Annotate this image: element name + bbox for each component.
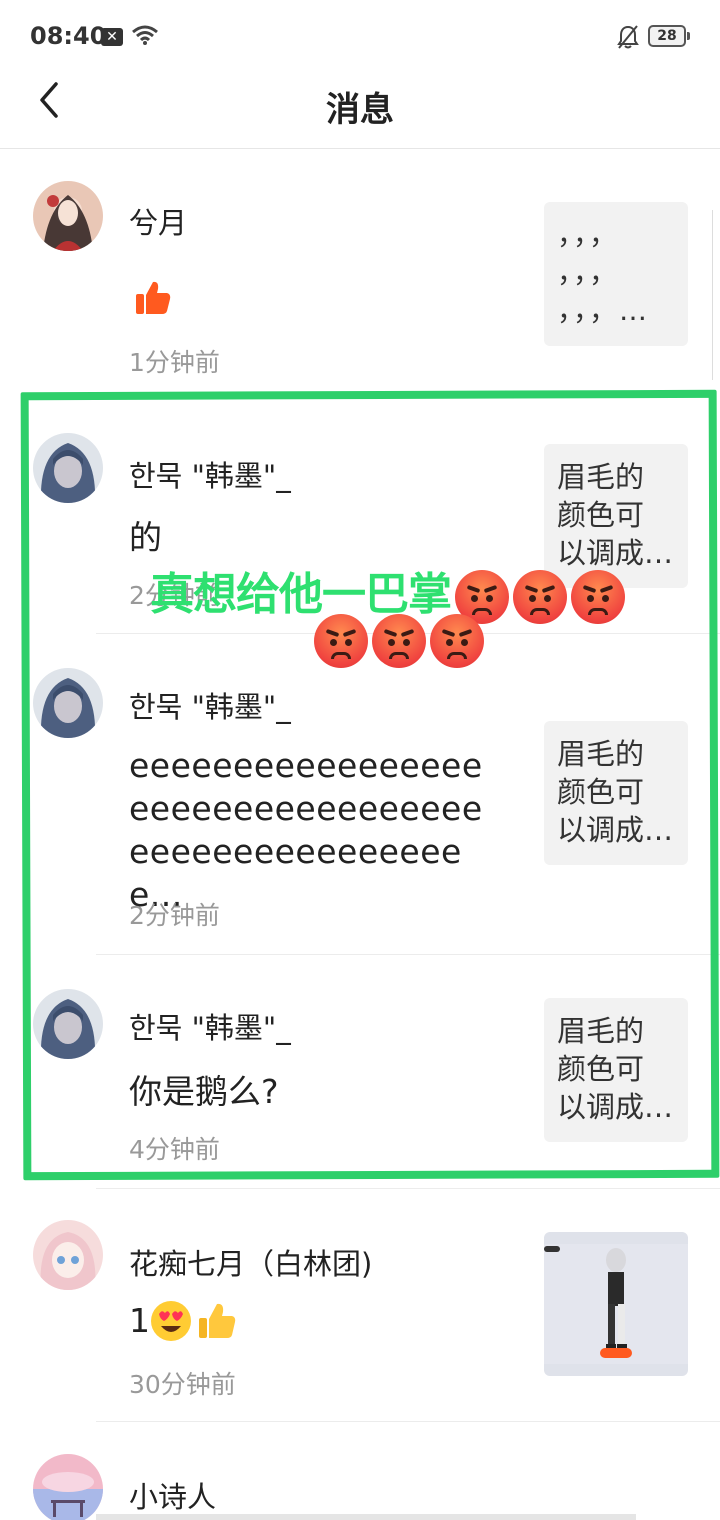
avatar[interactable] bbox=[33, 1454, 103, 1520]
character-image bbox=[544, 1244, 688, 1364]
thumbnail-text: 眉毛的 颜色可 以调成… bbox=[557, 460, 674, 570]
bottom-scroll-indicator bbox=[96, 1514, 636, 1520]
sender-name: 한묵 "韩墨"_ bbox=[129, 459, 291, 493]
status-bar: 08:40 ✕ 28 bbox=[0, 0, 720, 70]
sender-name: 한묵 "韩墨"_ bbox=[129, 690, 291, 724]
thumbnail-text: ，，， ，，， ，，，… bbox=[557, 218, 650, 327]
message-time: 30分钟前 bbox=[129, 1370, 236, 1399]
bell-off-icon bbox=[617, 25, 639, 49]
post-thumbnail[interactable] bbox=[544, 1232, 688, 1376]
sender-name: 花痴七月（白林团) bbox=[129, 1247, 373, 1281]
thumbnail-text: 眉毛的 颜色可 以调成… bbox=[557, 1014, 674, 1124]
message-time: 2分钟前 bbox=[129, 901, 220, 930]
thumbnail-text: 眉毛的 颜色可 以调成… bbox=[557, 737, 674, 847]
sender-name: 兮月 bbox=[129, 206, 188, 240]
avatar[interactable] bbox=[33, 668, 103, 738]
sender-name: 小诗人 bbox=[129, 1480, 217, 1514]
heart-eyes-emoji-icon bbox=[151, 1301, 191, 1341]
message-text: eeeeeeeeeeeeeeeeeeeeeeeeeeeeeeeeeeeeeeee… bbox=[129, 746, 483, 914]
post-thumbnail[interactable]: 眉毛的 颜色可 以调成… bbox=[544, 998, 688, 1142]
overlay-caption-text: 真想给他一巴掌 bbox=[150, 569, 452, 620]
message-item[interactable]: 小诗人 bbox=[0, 1422, 720, 1520]
message-time: 1分钟前 bbox=[129, 348, 220, 377]
message-item[interactable]: 花痴七月（白林团) 1 30分钟前 bbox=[0, 1189, 720, 1421]
post-thumbnail[interactable]: ，，， ，，， ，，，… bbox=[544, 202, 688, 346]
overlay-emoji-row bbox=[310, 614, 484, 668]
thumbs-up-icon bbox=[136, 281, 171, 314]
nav-bar: 消息 bbox=[0, 70, 720, 149]
message-text: 1 bbox=[129, 1301, 150, 1340]
message-text: 的 bbox=[129, 518, 162, 557]
angry-face-emoji-icon bbox=[513, 570, 567, 624]
avatar[interactable] bbox=[33, 989, 103, 1059]
angry-face-emoji-icon bbox=[372, 614, 426, 668]
wifi-icon bbox=[132, 25, 158, 45]
avatar[interactable] bbox=[33, 1220, 103, 1290]
status-time: 08:40 bbox=[30, 22, 107, 50]
sender-name: 한묵 "韩墨"_ bbox=[129, 1011, 291, 1045]
angry-face-emoji-icon bbox=[571, 570, 625, 624]
angry-face-emoji-icon bbox=[430, 614, 484, 668]
avatar[interactable] bbox=[33, 181, 103, 251]
thumbs-up-emoji-icon bbox=[199, 1303, 236, 1338]
page-title: 消息 bbox=[326, 90, 394, 130]
message-item[interactable]: 兮月 1分钟前 ，，， ，，， ，，，… bbox=[0, 150, 720, 390]
post-thumbnail[interactable]: 眉毛的 颜色可 以调成… bbox=[544, 721, 688, 865]
message-item[interactable]: 한묵 "韩墨"_ 你是鹅么? 4分钟前 眉毛的 颜色可 以调成… bbox=[0, 955, 720, 1188]
notification-x-icon: ✕ bbox=[101, 28, 123, 46]
battery-indicator: 28 bbox=[648, 25, 690, 47]
message-item[interactable]: 한묵 "韩墨"_ eeeeeeeeeeeeeeeeeeeeeeeeeeeeeee… bbox=[0, 634, 720, 954]
message-text: 你是鹅么? bbox=[129, 1072, 279, 1111]
avatar[interactable] bbox=[33, 433, 103, 503]
angry-face-emoji-icon bbox=[314, 614, 368, 668]
message-time: 4分钟前 bbox=[129, 1135, 220, 1164]
